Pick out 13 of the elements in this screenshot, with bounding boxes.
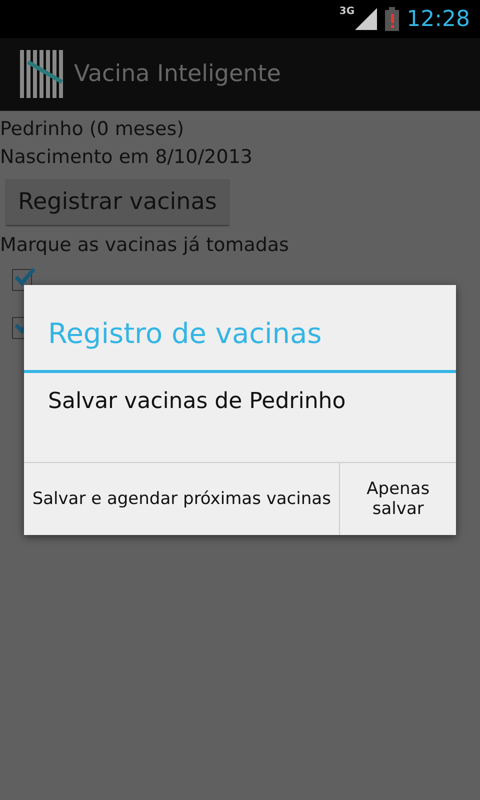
- dialog-title: Registro de vacinas: [24, 285, 456, 373]
- child-name: Pedrinho (0 meses): [0, 117, 184, 142]
- app-title: Vacina Inteligente: [74, 61, 281, 87]
- signal-icon: [354, 8, 377, 30]
- dialog-button[interactable]: Apenas salvar: [339, 463, 456, 535]
- app-logo-icon: [20, 50, 66, 98]
- birth-date: Nascimento em 8/10/2013: [0, 145, 252, 170]
- dialog-button[interactable]: Salvar e agendar próximas vacinas: [24, 463, 340, 535]
- instructions-text: Marque as vacinas já tomadas: [0, 233, 289, 258]
- network-type: 3G: [339, 6, 355, 17]
- clock-time: 12:28: [406, 6, 470, 32]
- dialog-message: Salvar vacinas de Pedrinho: [47, 388, 347, 416]
- battery-icon: [384, 7, 399, 31]
